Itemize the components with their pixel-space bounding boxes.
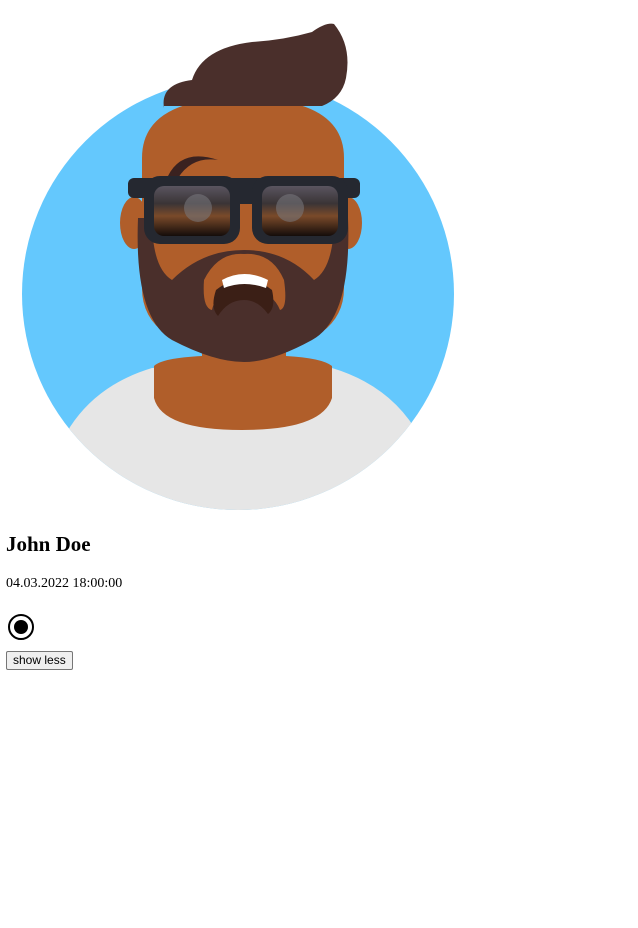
avatar <box>22 18 466 512</box>
hair <box>163 23 348 108</box>
show-less-button[interactable]: show less <box>6 651 73 670</box>
radio-button[interactable] <box>8 614 34 640</box>
avatar-illustration <box>22 23 454 510</box>
profile-timestamp: 04.03.2022 18:00:00 <box>6 576 123 591</box>
profile-name: John Doe <box>6 532 91 556</box>
radio-selected-dot <box>14 620 28 634</box>
